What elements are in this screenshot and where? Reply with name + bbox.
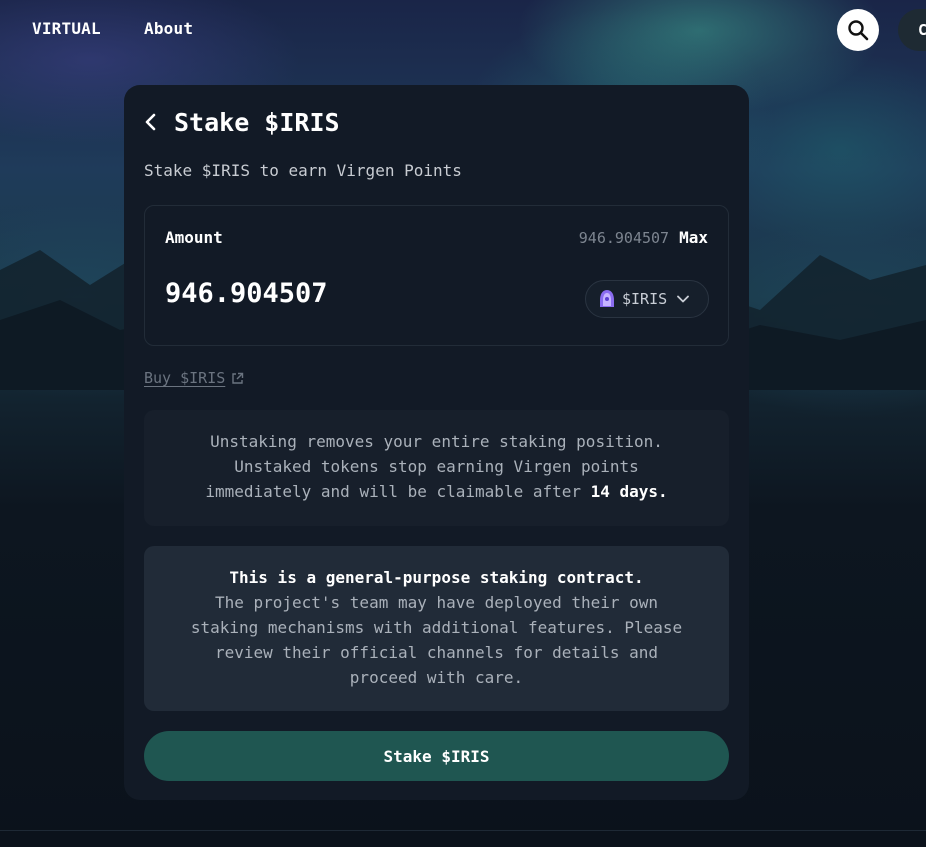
amount-panel: Amount 946.904507 Max $IRIS	[144, 205, 729, 346]
search-button[interactable]	[837, 9, 879, 51]
stake-modal: Stake $IRIS Stake $IRIS to earn Virgen P…	[124, 85, 749, 800]
warning-line-1: The project's team may have deployed the…	[214, 593, 659, 612]
buy-token-link[interactable]: Buy $IRIS	[144, 369, 244, 387]
modal-subtitle: Stake $IRIS to earn Virgen Points	[144, 161, 462, 180]
warning-line-3: review their official channels for detai…	[214, 643, 659, 662]
external-link-icon	[231, 372, 244, 385]
contract-warning-box: This is a general-purpose staking contra…	[144, 546, 729, 711]
chevron-left-icon	[144, 105, 166, 139]
info-line-1: Unstaking removes your entire staking po…	[210, 432, 663, 451]
info-days-highlight: 14 days.	[590, 482, 668, 501]
balance-value: 946.904507	[578, 229, 670, 247]
nav-about-link[interactable]: About	[144, 19, 193, 38]
chevron-down-icon	[677, 295, 690, 303]
warning-line-4: proceed with care.	[349, 668, 524, 687]
search-icon	[848, 20, 869, 41]
warning-title: This is a general-purpose staking contra…	[229, 568, 644, 587]
modal-title: Stake $IRIS	[174, 107, 340, 137]
unstaking-info-box: Unstaking removes your entire staking po…	[144, 410, 729, 526]
info-line-3: immediately and will be claimable after …	[144, 479, 729, 504]
amount-label: Amount	[165, 228, 223, 247]
stake-submit-button[interactable]: Stake $IRIS	[144, 731, 729, 781]
iris-token-icon	[598, 289, 616, 309]
buy-token-label: Buy $IRIS	[144, 369, 226, 387]
back-button[interactable]: Stake $IRIS	[144, 105, 340, 139]
info-line-3-text: immediately and will be claimable after	[205, 482, 591, 501]
info-line-2: Unstaked tokens stop earning Virgen poin…	[234, 457, 639, 476]
nav-virtual-link[interactable]: VIRTUAL	[32, 19, 101, 38]
connect-button-label: C	[918, 21, 926, 39]
amount-input[interactable]	[165, 278, 545, 309]
token-label: $IRIS	[622, 290, 668, 308]
footer-divider	[0, 830, 926, 831]
token-selector[interactable]: $IRIS	[585, 280, 709, 318]
max-button[interactable]: Max	[679, 228, 708, 247]
balance-row: 946.904507 Max	[579, 228, 708, 247]
warning-line-2: staking mechanisms with additional featu…	[190, 618, 683, 637]
